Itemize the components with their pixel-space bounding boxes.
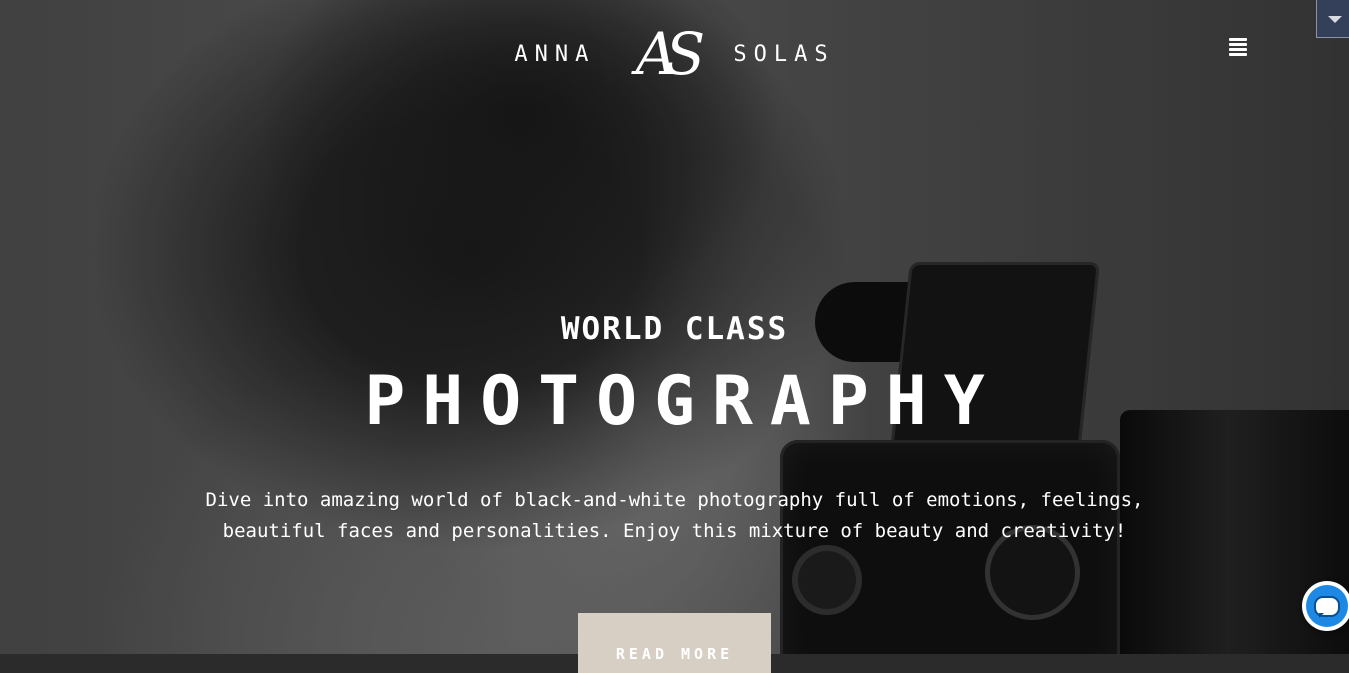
menu-line (1229, 38, 1247, 41)
menu-line (1229, 43, 1247, 46)
menu-line (1229, 53, 1247, 56)
chevron-down-icon[interactable] (1316, 0, 1349, 38)
hero-description: Dive into amazing world of black-and-whi… (205, 489, 1144, 542)
read-more-button[interactable]: READ MORE (578, 613, 771, 673)
logo-monogram: AS (635, 20, 706, 88)
site-logo[interactable]: ANNA AS SOLAS (0, 14, 1349, 94)
chat-bubble-icon (1306, 585, 1348, 627)
logo-last-name: SOLAS (733, 41, 835, 67)
hamburger-menu-icon[interactable] (1229, 38, 1253, 58)
menu-line (1229, 48, 1247, 51)
logo-first-name: ANNA (514, 41, 596, 67)
chat-bubble-shape (1314, 595, 1340, 618)
chat-widget-button[interactable] (1302, 581, 1349, 631)
hero-tagline: WORLD CLASS (560, 311, 789, 347)
hero-headline: PHOTOGRAPHY (364, 362, 1002, 441)
